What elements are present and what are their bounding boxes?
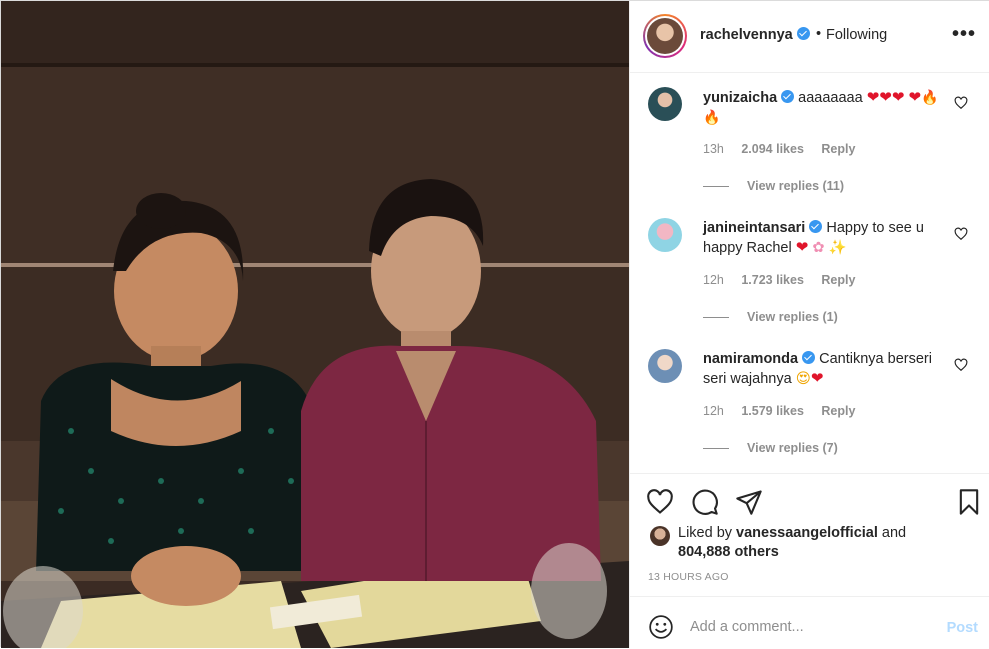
sparkles-emoji-icon: ✨ <box>828 240 847 256</box>
share-paper-plane-icon[interactable] <box>735 488 763 516</box>
following-button[interactable]: Following <box>826 27 887 43</box>
comment-time[interactable]: 13h <box>703 142 724 156</box>
comment-bubble-icon[interactable] <box>691 488 719 516</box>
more-options-icon[interactable]: ••• <box>952 23 976 46</box>
cherry-blossom-emoji-icon: ✿ <box>812 240 825 256</box>
comment-time[interactable]: 12h <box>703 404 724 418</box>
replies-divider <box>703 186 729 188</box>
liked-by-others-count[interactable]: 804,888 others <box>678 544 779 560</box>
comment-input[interactable] <box>690 612 930 642</box>
comments-list[interactable]: yunizaicha aaaaaaaa ❤❤❤ ❤🔥🔥 13h 2.094 li… <box>630 74 989 473</box>
post-photo-image <box>1 1 629 648</box>
comment-body: aaaaaaaa <box>798 90 863 106</box>
post-side-panel: rachelvennya • Following ••• yunizaicha … <box>629 1 989 648</box>
reply-button[interactable]: Reply <box>821 273 855 287</box>
post-timestamp[interactable]: 13 HOURS AGO <box>648 571 729 583</box>
red-heart-emoji-icon: ❤ <box>795 239 809 256</box>
commenter-username[interactable]: yunizaicha <box>703 90 777 106</box>
author-avatar[interactable] <box>643 14 687 58</box>
heart-eyes-emoji-icon: 😍 <box>795 371 811 387</box>
replies-divider <box>703 317 729 319</box>
post-photo[interactable] <box>1 1 629 648</box>
comment-likes[interactable]: 1.579 likes <box>741 404 804 418</box>
view-replies-button[interactable]: View replies (1) <box>703 310 838 324</box>
reply-button[interactable]: Reply <box>821 404 855 418</box>
liker-avatar[interactable] <box>650 526 670 546</box>
commenter-username[interactable]: namiramonda <box>703 351 798 367</box>
verified-badge-icon <box>796 27 810 40</box>
fire-emoji-icon: 🔥 <box>921 89 939 105</box>
view-replies-label[interactable]: View replies (11) <box>747 179 844 193</box>
add-comment-bar: Post <box>630 596 989 649</box>
verified-badge-icon <box>781 90 795 103</box>
post-header: rachelvennya • Following ••• <box>630 1 989 73</box>
comment-time[interactable]: 12h <box>703 273 724 287</box>
view-replies-button[interactable]: View replies (7) <box>703 441 838 455</box>
comment-text: janineintansari Happy to see u happy Rac… <box>703 219 948 258</box>
verified-badge-icon <box>809 220 823 233</box>
view-replies-button[interactable]: View replies (11) <box>703 179 844 193</box>
view-replies-label[interactable]: View replies (1) <box>747 310 838 324</box>
red-heart-emoji-icon: ❤ <box>810 370 824 387</box>
reply-button[interactable]: Reply <box>821 142 855 156</box>
post-actions-section: Liked by vanessaangelofficial and 804,88… <box>630 473 989 648</box>
author-username-text[interactable]: rachelvennya <box>700 27 793 43</box>
red-heart-emoji-icon: ❤ <box>866 89 880 106</box>
like-comment-heart-icon[interactable] <box>954 227 968 241</box>
post-comment-button[interactable]: Post <box>947 620 978 636</box>
replies-divider <box>703 448 729 450</box>
liked-by-and: and <box>881 525 907 541</box>
liked-by-prefix: Liked by <box>678 525 733 541</box>
comment-meta: 12h 1.579 likes Reply <box>703 404 869 418</box>
comment-meta: 13h 2.094 likes Reply <box>703 142 869 156</box>
commenter-avatar[interactable] <box>648 349 682 383</box>
red-heart-emoji-icon: ❤ <box>891 89 905 106</box>
comment-likes[interactable]: 1.723 likes <box>741 273 804 287</box>
liked-by-text: Liked by vanessaangelofficial and 804,88… <box>678 524 978 562</box>
commenter-username[interactable]: janineintansari <box>703 220 805 236</box>
red-heart-emoji-icon: ❤ <box>879 89 892 106</box>
verified-badge-icon <box>802 351 816 364</box>
follow-separator: • <box>816 26 822 42</box>
comment-text: yunizaicha aaaaaaaa ❤❤❤ ❤🔥🔥 <box>703 88 948 128</box>
fire-emoji-icon: 🔥 <box>703 109 721 125</box>
emoji-smiley-icon[interactable] <box>648 614 674 640</box>
instagram-post-window: rachelvennya • Following ••• yunizaicha … <box>0 0 989 648</box>
comment-text: namiramonda Cantiknya berseri seri wajah… <box>703 350 948 389</box>
view-replies-label[interactable]: View replies (7) <box>747 441 838 455</box>
commenter-avatar[interactable] <box>648 87 682 121</box>
red-heart-emoji-icon: ❤ <box>908 89 922 106</box>
like-heart-icon[interactable] <box>646 488 674 516</box>
like-comment-heart-icon[interactable] <box>954 96 968 110</box>
save-bookmark-icon[interactable] <box>955 488 983 516</box>
comment-meta: 12h 1.723 likes Reply <box>703 273 869 287</box>
author-username[interactable]: rachelvennya <box>700 27 810 43</box>
liked-by-username[interactable]: vanessaangelofficial <box>736 525 878 541</box>
comment-likes[interactable]: 2.094 likes <box>741 142 804 156</box>
like-comment-heart-icon[interactable] <box>954 358 968 372</box>
commenter-avatar[interactable] <box>648 218 682 252</box>
